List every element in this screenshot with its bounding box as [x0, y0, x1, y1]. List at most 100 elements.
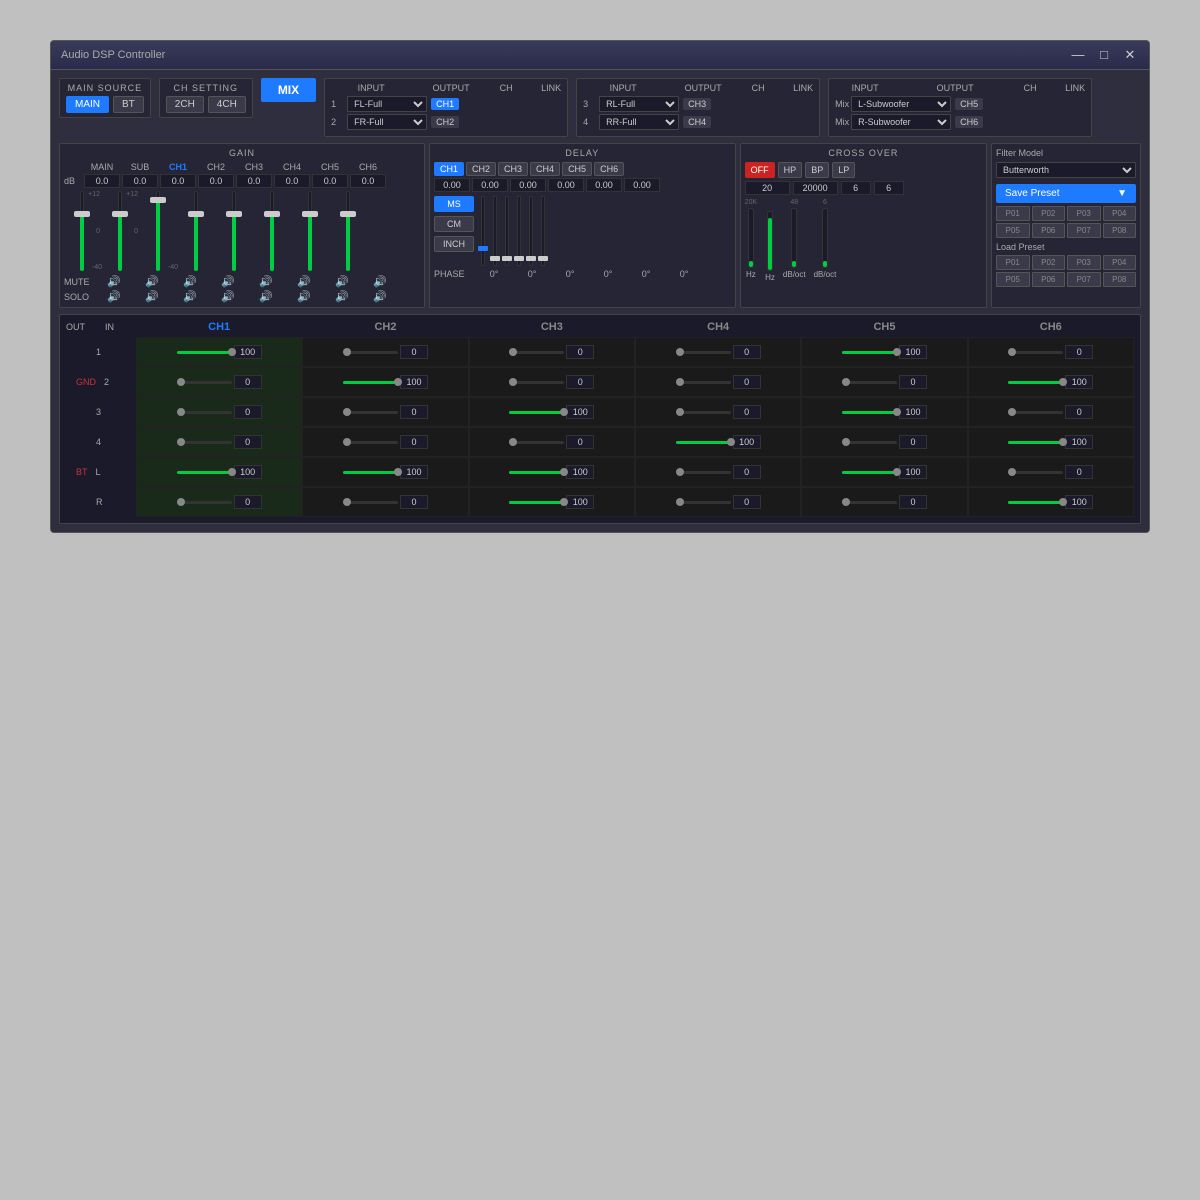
- slider-ch6-in3[interactable]: [1008, 405, 1093, 419]
- delay-ch6-btn[interactable]: CH6: [594, 162, 624, 176]
- slider-thumb-ch1-btr[interactable]: [177, 498, 185, 506]
- sv-ch2-in3[interactable]: [400, 405, 428, 419]
- gain-val-ch3[interactable]: [236, 174, 272, 188]
- sth-ch5-in1[interactable]: [893, 348, 901, 356]
- solo-ch3[interactable]: 🔊: [248, 290, 284, 303]
- sv-ch4-in4[interactable]: [733, 435, 761, 449]
- sv-ch3-in1[interactable]: [566, 345, 594, 359]
- gain-val-ch4[interactable]: [274, 174, 310, 188]
- save-preset-button[interactable]: Save Preset ▼: [996, 184, 1136, 203]
- slider-thumb-ch1-btl[interactable]: [228, 468, 236, 476]
- delay-fader-ch2-thumb[interactable]: [490, 256, 500, 261]
- sth-ch4-btr[interactable]: [676, 498, 684, 506]
- slider-ch1-btr[interactable]: [177, 495, 262, 509]
- inch-button[interactable]: INCH: [434, 236, 474, 252]
- load-slot-6[interactable]: P06: [1032, 272, 1066, 287]
- delay-ch3-btn[interactable]: CH3: [498, 162, 528, 176]
- sv-ch2-in1[interactable]: [400, 345, 428, 359]
- save-slot-8[interactable]: P08: [1103, 223, 1137, 238]
- filter-lp-btn[interactable]: LP: [832, 162, 855, 178]
- solo-ch2[interactable]: 🔊: [210, 290, 246, 303]
- delay-val-ch2[interactable]: [472, 178, 508, 192]
- sth-ch3-in1[interactable]: [509, 348, 517, 356]
- sth-ch6-in3[interactable]: [1008, 408, 1016, 416]
- slider-val-ch1-btl[interactable]: [234, 465, 262, 479]
- sv-ch6-in4[interactable]: [1065, 435, 1093, 449]
- mute-ch5[interactable]: 🔊: [324, 275, 360, 288]
- fader-sub-thumb[interactable]: [112, 211, 128, 217]
- slider-thumb-ch1-in4[interactable]: [177, 438, 185, 446]
- slider-val-ch1-in1[interactable]: [234, 345, 262, 359]
- route-input-3[interactable]: RL-Full: [599, 96, 679, 112]
- slider-ch3-in3[interactable]: [509, 405, 594, 419]
- solo-ch4[interactable]: 🔊: [286, 290, 322, 303]
- save-slot-2[interactable]: P02: [1032, 206, 1066, 221]
- save-slot-7[interactable]: P07: [1067, 223, 1101, 238]
- route-input-4[interactable]: RR-Full: [599, 114, 679, 130]
- sth-ch4-in2[interactable]: [676, 378, 684, 386]
- delay-ch4-btn[interactable]: CH4: [530, 162, 560, 176]
- mute-ch1[interactable]: 🔊: [172, 275, 208, 288]
- sv-ch5-btl[interactable]: [899, 465, 927, 479]
- sv-ch5-in3[interactable]: [899, 405, 927, 419]
- slider-ch2-in2[interactable]: [343, 375, 428, 389]
- sth-ch4-in4[interactable]: [727, 438, 735, 446]
- sth-ch5-in3[interactable]: [893, 408, 901, 416]
- minimize-button[interactable]: —: [1069, 47, 1087, 63]
- delay-val-ch5[interactable]: [586, 178, 622, 192]
- load-slot-2[interactable]: P02: [1032, 255, 1066, 270]
- slider-ch5-btl[interactable]: [842, 465, 927, 479]
- slider-ch5-in4[interactable]: [842, 435, 927, 449]
- main-btn[interactable]: MAIN: [66, 96, 109, 113]
- save-slot-5[interactable]: P05: [996, 223, 1030, 238]
- mute-ch4[interactable]: 🔊: [286, 275, 322, 288]
- mute-ch3[interactable]: 🔊: [248, 275, 284, 288]
- delay-fader-ch6-thumb[interactable]: [538, 256, 548, 261]
- mix-button[interactable]: MIX: [261, 78, 316, 102]
- sth-ch6-btl[interactable]: [1008, 468, 1016, 476]
- fader-main-thumb[interactable]: [74, 211, 90, 217]
- slider-ch4-in3[interactable]: [676, 405, 761, 419]
- delay-ch2-btn[interactable]: CH2: [466, 162, 496, 176]
- slider-val-ch1-btr[interactable]: [234, 495, 262, 509]
- slider-ch1-in1[interactable]: [177, 345, 262, 359]
- fader-ch1-thumb[interactable]: [150, 197, 166, 203]
- sv-ch5-in1[interactable]: [899, 345, 927, 359]
- slider-ch2-in4[interactable]: [343, 435, 428, 449]
- load-slot-8[interactable]: P08: [1103, 272, 1137, 287]
- gain-val-ch2[interactable]: [198, 174, 234, 188]
- sth-ch3-in4[interactable]: [509, 438, 517, 446]
- ms-button[interactable]: MS: [434, 196, 474, 212]
- sv-ch3-in2[interactable]: [566, 375, 594, 389]
- mute-main[interactable]: 🔊: [96, 275, 132, 288]
- sv-ch5-in2[interactable]: [899, 375, 927, 389]
- mute-ch2[interactable]: 🔊: [210, 275, 246, 288]
- delay-val-ch6[interactable]: [624, 178, 660, 192]
- sth-ch3-in2[interactable]: [509, 378, 517, 386]
- slider-ch1-btl[interactable]: [177, 465, 262, 479]
- slider-ch2-btl[interactable]: [343, 465, 428, 479]
- sv-ch2-btr[interactable]: [400, 495, 428, 509]
- slider-ch5-in3[interactable]: [842, 405, 927, 419]
- filter-model-select[interactable]: Butterworth: [996, 162, 1136, 178]
- gain-val-ch5[interactable]: [312, 174, 348, 188]
- maximize-button[interactable]: □: [1095, 47, 1113, 63]
- load-slot-7[interactable]: P07: [1067, 272, 1101, 287]
- delay-fader-ch3-thumb[interactable]: [502, 256, 512, 261]
- fader-ch6-thumb[interactable]: [340, 211, 356, 217]
- delay-val-ch4[interactable]: [548, 178, 584, 192]
- sv-ch6-in2[interactable]: [1065, 375, 1093, 389]
- sv-ch3-in4[interactable]: [566, 435, 594, 449]
- slider-ch4-btl[interactable]: [676, 465, 761, 479]
- sth-ch5-btr[interactable]: [842, 498, 850, 506]
- route-input-6[interactable]: R-Subwoofer: [851, 114, 951, 130]
- fader-ch2-thumb[interactable]: [188, 211, 204, 217]
- sth-ch5-in2[interactable]: [842, 378, 850, 386]
- sv-ch4-in2[interactable]: [733, 375, 761, 389]
- sth-ch2-btr[interactable]: [343, 498, 351, 506]
- delay-ch5-btn[interactable]: CH5: [562, 162, 592, 176]
- sv-ch4-btr[interactable]: [733, 495, 761, 509]
- filter-bp-btn[interactable]: BP: [805, 162, 829, 178]
- sv-ch4-in1[interactable]: [733, 345, 761, 359]
- slider-ch2-btr[interactable]: [343, 495, 428, 509]
